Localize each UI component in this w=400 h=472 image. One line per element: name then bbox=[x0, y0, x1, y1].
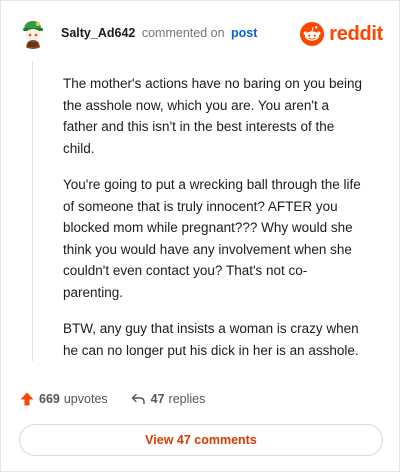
replies-stat[interactable]: 47 replies bbox=[130, 391, 206, 407]
view-comments-button[interactable]: View 47 comments bbox=[19, 424, 383, 456]
upvotes-stat[interactable]: 669 upvotes bbox=[19, 391, 108, 407]
action-text: commented on bbox=[141, 26, 225, 40]
comment-paragraph: The mother's actions have no baring on y… bbox=[63, 76, 363, 156]
user-avatar[interactable] bbox=[17, 17, 49, 49]
username-link[interactable]: Salty_Ad642 bbox=[61, 26, 135, 40]
thread-line bbox=[32, 61, 33, 361]
reddit-snoo-icon bbox=[300, 22, 325, 46]
upvotes-count: 669 bbox=[39, 392, 60, 406]
comment-meta: Salty_Ad642 commented on post bbox=[61, 25, 257, 41]
upvote-arrow-icon[interactable] bbox=[19, 391, 35, 407]
comment-card: Salty_Ad642 commented on post reddit The… bbox=[0, 0, 400, 472]
replies-label: replies bbox=[168, 392, 206, 406]
reddit-logo[interactable]: reddit bbox=[300, 21, 383, 47]
snoo-avatar-icon bbox=[17, 17, 49, 49]
reddit-wordmark: reddit bbox=[329, 22, 383, 45]
comment-footer: 669 upvotes 47 replies bbox=[19, 388, 205, 410]
comment-header: Salty_Ad642 commented on post reddit bbox=[1, 1, 399, 63]
replies-count: 47 bbox=[150, 392, 165, 406]
comment-paragraph: BTW, any guy that insists a woman is cra… bbox=[63, 321, 359, 358]
upvotes-label: upvotes bbox=[63, 392, 108, 406]
post-link[interactable]: post bbox=[231, 26, 257, 40]
reply-arrow-icon[interactable] bbox=[130, 391, 146, 407]
comment-paragraph: You're going to put a wrecking ball thro… bbox=[63, 177, 361, 300]
comment-body: The mother's actions have no baring on y… bbox=[63, 73, 363, 376]
